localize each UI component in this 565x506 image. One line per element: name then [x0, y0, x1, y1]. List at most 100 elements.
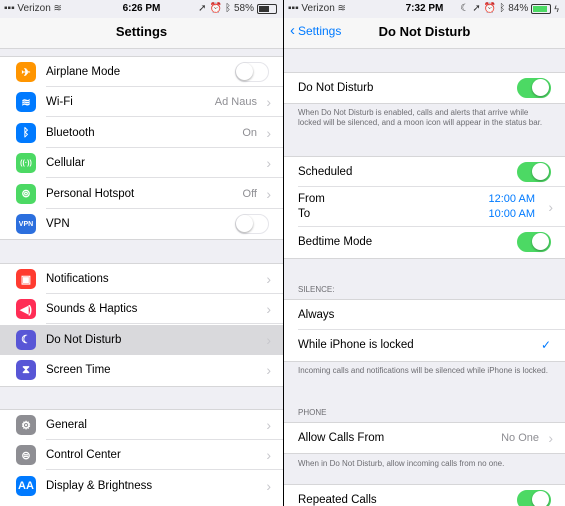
schedule-group: Scheduled From To 12:00 AM 10:00 AM › Be…	[284, 156, 565, 259]
vpn-icon: VPN	[16, 214, 36, 234]
row-value: Off	[242, 187, 257, 200]
battery-percent: 84%	[508, 3, 529, 14]
allow-calls-label: Allow Calls From	[298, 432, 385, 444]
settings-row-screen-time[interactable]: ⧗ Screen Time ›	[0, 355, 283, 385]
silence-always-row[interactable]: Always	[284, 300, 565, 330]
row-label: Bluetooth	[46, 126, 95, 139]
wifi-icon: ≋	[16, 92, 36, 113]
row-label: VPN	[46, 218, 70, 230]
settings-row-airplane-mode[interactable]: ✈ Airplane Mode	[0, 57, 283, 87]
to-value: 10:00 AM	[488, 208, 535, 220]
locked-label: While iPhone is locked	[298, 339, 414, 351]
row-label: Do Not Disturb	[46, 333, 122, 346]
settings-row-wi-fi[interactable]: ≋ Wi-Fi Ad Naus ›	[0, 87, 283, 118]
do-not-disturb-screen: ▪▪▪ Verizon ≋ 7:32 PM ☾ ➚ ⏰ ᛒ 84% ϟ ‹ Se…	[284, 0, 565, 506]
chevron-right-icon: ›	[548, 199, 553, 215]
location-icon: ➚	[472, 3, 481, 14]
from-label: From	[298, 193, 325, 205]
settings-group-general: ⚙ General › ⊜ Control Center › AA Display & Bri…	[0, 409, 283, 506]
settings-row-vpn[interactable]: VPN VPN	[0, 209, 283, 239]
status-right: ☾ ➚ ⏰ ᛒ 84% ϟ	[460, 0, 559, 18]
dnd-group: Do Not Disturb	[284, 72, 565, 104]
checkmark-icon: ✓	[540, 338, 551, 352]
silence-footnote: Incoming calls and notifications will be…	[298, 366, 548, 375]
row-label: Sounds & Haptics	[46, 303, 138, 316]
chevron-right-icon: ›	[266, 185, 271, 202]
gear-icon: ⚙	[16, 415, 36, 435]
to-label: To	[298, 208, 311, 220]
scheduled-row[interactable]: Scheduled	[284, 157, 565, 187]
chevron-right-icon: ›	[266, 362, 271, 379]
dnd-toggle[interactable]	[517, 78, 551, 98]
silence-group: Always While iPhone is locked ✓	[284, 299, 565, 362]
toggle-switch[interactable]	[235, 62, 269, 82]
nav-bar: Settings	[0, 18, 283, 49]
settings-row-do-not-disturb[interactable]: ☾ Do Not Disturb ›	[0, 324, 283, 355]
settings-row-display-brightness[interactable]: AA Display & Brightness ›	[0, 471, 283, 501]
settings-row-personal-hotspot[interactable]: ⊚ Personal Hotspot Off ›	[0, 179, 283, 209]
alarm-icon: ⏰	[209, 3, 222, 14]
settings-row-notifications[interactable]: ▣ Notifications ›	[0, 264, 283, 294]
settings-group-connectivity: ✈ Airplane Mode ≋ Wi-Fi Ad Naus › ᛒ Bluetooth On…	[0, 56, 283, 240]
location-icon: ➚	[198, 3, 207, 14]
row-label: Personal Hotspot	[46, 187, 135, 200]
alarm-icon: ⏰	[483, 3, 497, 14]
row-label: Cellular	[46, 157, 85, 170]
chevron-right-icon: ›	[266, 124, 271, 141]
row-label: Wi-Fi	[46, 96, 73, 109]
schedule-times-row[interactable]: From To 12:00 AM 10:00 AM ›	[284, 187, 565, 227]
scheduled-label: Scheduled	[298, 166, 353, 178]
settings-row-sounds-haptics[interactable]: ◀) Sounds & Haptics ›	[0, 294, 283, 325]
dnd-label: Do Not Disturb	[298, 82, 374, 94]
chevron-right-icon: ›	[266, 477, 271, 494]
row-label: Screen Time	[46, 364, 111, 377]
cellular-icon: ((·))	[16, 153, 36, 174]
repeated-calls-toggle[interactable]	[517, 490, 551, 506]
switches-icon: ⊜	[16, 445, 36, 466]
chevron-right-icon: ›	[266, 447, 271, 464]
bedtime-label: Bedtime Mode	[298, 236, 373, 248]
airplane-icon: ✈	[16, 62, 36, 82]
battery-percent: 58%	[233, 3, 254, 14]
page-title: Do Not Disturb	[378, 24, 471, 39]
page-title: Settings	[115, 24, 168, 39]
status-right: ➚ ⏰ ᛒ 58%	[198, 0, 277, 18]
phone-header: PHONE	[298, 408, 327, 417]
battery-icon	[257, 4, 277, 14]
silence-header: SILENCE:	[298, 285, 335, 294]
sounds-icon: ◀)	[16, 299, 36, 320]
row-label: Control Center	[46, 449, 121, 462]
allow-calls-value: No One	[501, 432, 539, 444]
settings-row-cellular[interactable]: ((·)) Cellular ›	[0, 148, 283, 179]
from-value: 12:00 AM	[488, 193, 535, 205]
silence-locked-row[interactable]: While iPhone is locked ✓	[284, 330, 565, 360]
bluetooth-status-icon: ᛒ	[499, 3, 506, 14]
chevron-right-icon: ›	[266, 331, 271, 348]
row-label: General	[46, 419, 87, 431]
settings-screen: ▪▪▪ Verizon ≋ 6:26 PM ➚ ⏰ ᛒ 58% Settings…	[0, 0, 283, 506]
repeated-calls-row[interactable]: Repeated Calls	[284, 485, 565, 506]
moon-status-icon: ☾	[460, 3, 470, 14]
settings-row-control-center[interactable]: ⊜ Control Center ›	[0, 440, 283, 471]
nav-bar: ‹ Settings Do Not Disturb	[284, 18, 565, 49]
charging-icon: ϟ	[554, 4, 559, 14]
bedtime-row[interactable]: Bedtime Mode	[284, 227, 565, 257]
bluetooth-status-icon: ᛒ	[224, 3, 231, 14]
scheduled-toggle[interactable]	[517, 162, 551, 182]
settings-row-general[interactable]: ⚙ General ›	[0, 410, 283, 440]
dnd-row[interactable]: Do Not Disturb	[284, 73, 565, 103]
allow-calls-row[interactable]: Allow Calls From No One ›	[284, 423, 565, 453]
bedtime-toggle[interactable]	[517, 232, 551, 252]
moon-icon: ☾	[16, 329, 36, 350]
toggle-switch[interactable]	[235, 214, 269, 234]
settings-row-bluetooth[interactable]: ᛒ Bluetooth On ›	[0, 118, 283, 148]
repeated-calls-label: Repeated Calls	[298, 494, 377, 506]
hotspot-icon: ⊚	[16, 183, 36, 204]
row-label: Display & Brightness	[46, 479, 153, 492]
chevron-right-icon: ›	[266, 417, 271, 433]
row-value: On	[242, 126, 257, 139]
repeated-group: Repeated Calls	[284, 484, 565, 506]
chevron-right-icon: ›	[266, 301, 271, 318]
row-label: Notifications	[46, 273, 109, 285]
notifications-icon: ▣	[16, 269, 36, 289]
